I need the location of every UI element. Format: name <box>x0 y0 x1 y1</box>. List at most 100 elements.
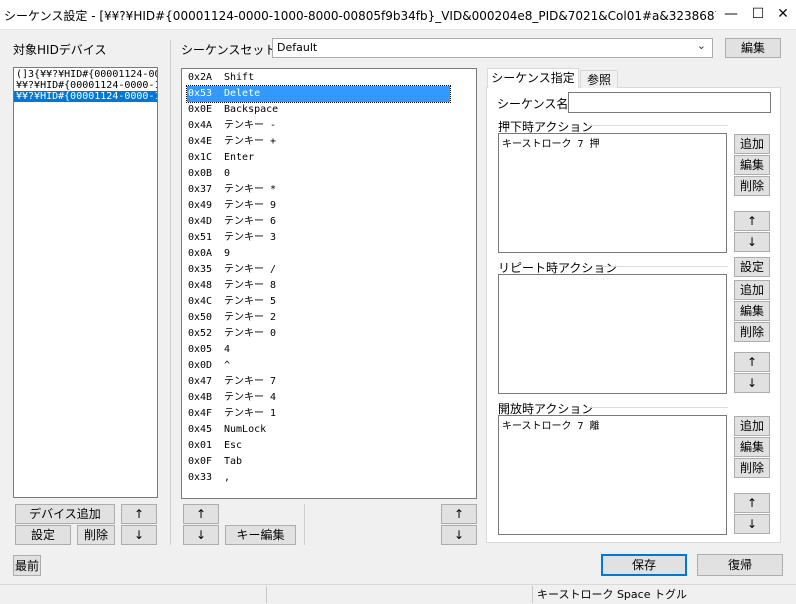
device-list-item[interactable]: (]3{¥¥?¥HID#{00001124-000 <box>14 69 157 80</box>
press-up-button[interactable]: ↑ <box>734 211 770 231</box>
add-device-button[interactable]: デバイス追加 <box>15 504 115 524</box>
key-list-item[interactable]: 0x4E テンキー + <box>182 134 476 150</box>
key-code: 0x0E <box>188 104 213 115</box>
press-add-button[interactable]: 追加 <box>734 134 770 154</box>
release-up-button[interactable]: ↑ <box>734 493 770 513</box>
key-list-item[interactable]: 0x53 Delete <box>186 85 451 103</box>
key-list-item[interactable]: 0x4C テンキー 5 <box>182 294 476 310</box>
device-list-item[interactable]: ¥¥?¥HID#{00001124-0000-1 <box>14 91 157 102</box>
release-edit-button[interactable]: 編集 <box>734 437 770 457</box>
hid-devices-label: 対象HIDデバイス <box>13 43 107 57</box>
key-list-item[interactable]: 0x0D ^ <box>182 358 476 374</box>
press-actions-list[interactable]: キーストローク 7 押 <box>498 133 727 253</box>
press-action-item[interactable]: キーストローク 7 押 <box>502 135 723 150</box>
key-edit-button[interactable]: キー編集 <box>225 525 296 545</box>
latest-button[interactable]: 最前 <box>13 555 41 576</box>
key-code: 0x4B <box>188 392 213 403</box>
key-list-item[interactable]: 0x0F Tab <box>182 454 476 470</box>
press-delete-button[interactable]: 削除 <box>734 176 770 196</box>
repeat-delete-button[interactable]: 削除 <box>734 322 770 342</box>
key-name: テンキー + <box>224 136 277 147</box>
repeat-edit-button[interactable]: 編集 <box>734 301 770 321</box>
minimize-icon[interactable]: — <box>718 0 744 30</box>
key-right-up-button[interactable]: ↑ <box>441 504 477 524</box>
key-up-button[interactable]: ↑ <box>183 504 219 524</box>
tab-reference[interactable]: 参照 <box>580 70 618 88</box>
key-name: 0 <box>224 168 231 179</box>
key-name: テンキー 9 <box>224 200 277 211</box>
key-name: テンキー 7 <box>224 376 277 387</box>
key-list-item[interactable]: 0x4F テンキー 1 <box>182 406 476 422</box>
device-delete-button[interactable]: 削除 <box>77 525 115 545</box>
device-down-button[interactable]: ↓ <box>121 525 157 545</box>
key-list-item[interactable]: 0x33, <box>182 470 476 486</box>
key-name: テンキー * <box>224 184 277 195</box>
key-list-item[interactable]: 0x0E Backspace <box>182 102 476 118</box>
key-code: 0x45 <box>188 424 213 435</box>
release-add-button[interactable]: 追加 <box>734 416 770 436</box>
restore-button[interactable]: 復帰 <box>697 554 783 576</box>
save-button[interactable]: 保存 <box>601 554 687 576</box>
key-list-item[interactable]: 0x01 Esc <box>182 438 476 454</box>
key-list-item[interactable]: 0x0B 0 <box>182 166 476 182</box>
key-code: 0x01 <box>188 440 213 451</box>
key-list-item[interactable]: 0x4D テンキー 6 <box>182 214 476 230</box>
repeat-down-button[interactable]: ↓ <box>734 373 770 393</box>
key-list-item[interactable]: 0x05 4 <box>182 342 476 358</box>
device-up-button[interactable]: ↑ <box>121 504 157 524</box>
press-down-button[interactable]: ↓ <box>734 232 770 252</box>
key-code: 0x4F <box>188 408 213 419</box>
key-code: 0x49 <box>188 200 213 211</box>
key-name: Shift <box>224 72 255 83</box>
key-right-down-button[interactable]: ↓ <box>441 525 477 545</box>
key-code: 0x0B <box>188 168 213 179</box>
status-pane-2 <box>266 586 532 603</box>
release-action-item[interactable]: キーストローク 7 離 <box>502 417 723 432</box>
key-list[interactable]: 0x2A Shift 0x53 Delete 0x0E Backspace 0x4A テンキー… <box>181 68 477 499</box>
key-code: 0x4D <box>188 216 213 227</box>
tab-sequence[interactable]: シーケンス指定 <box>487 68 579 88</box>
release-actions-list[interactable]: キーストローク 7 離 <box>498 415 727 535</box>
key-name: テンキー 0 <box>224 328 277 339</box>
repeat-settings-button[interactable]: 設定 <box>734 257 770 277</box>
key-name: , <box>224 472 231 483</box>
close-icon[interactable]: ✕ <box>770 0 796 30</box>
key-list-item[interactable]: 0x50 テンキー 2 <box>182 310 476 326</box>
press-edit-button[interactable]: 編集 <box>734 155 770 175</box>
key-list-item[interactable]: 0x49 テンキー 9 <box>182 198 476 214</box>
status-pane-3: キーストローク Space トグル <box>532 586 782 603</box>
repeat-actions-list[interactable] <box>498 274 727 394</box>
sequence-set-edit-button[interactable]: 編集 <box>725 38 781 58</box>
device-list-item[interactable]: ¥¥?¥HID#{00001124-0000-1 <box>14 80 157 91</box>
key-list-item[interactable]: 0x4A テンキー - <box>182 118 476 134</box>
key-list-item[interactable]: 0x4B テンキー 4 <box>182 390 476 406</box>
sequence-set-dropdown[interactable]: Default ⌄ <box>272 38 713 58</box>
key-list-item[interactable]: 0x47 テンキー 7 <box>182 374 476 390</box>
key-list-item[interactable]: 0x1C Enter <box>182 150 476 166</box>
repeat-up-button[interactable]: ↑ <box>734 352 770 372</box>
key-code: 0x52 <box>188 328 213 339</box>
device-settings-button[interactable]: 設定 <box>15 525 71 545</box>
key-list-item[interactable]: 0x2A Shift <box>182 70 476 86</box>
key-list-item[interactable]: 0x51 テンキー 3 <box>182 230 476 246</box>
release-delete-button[interactable]: 削除 <box>734 458 770 478</box>
maximize-icon[interactable]: ☐ <box>745 0 771 30</box>
device-list[interactable]: (]3{¥¥?¥HID#{00001124-000 ¥¥?¥HID#{000011… <box>13 67 158 498</box>
key-name: テンキー 4 <box>224 392 277 403</box>
key-down-button[interactable]: ↓ <box>183 525 219 545</box>
key-list-item[interactable]: 0x35 テンキー / <box>182 262 476 278</box>
key-list-item[interactable]: 0x0A 9 <box>182 246 476 262</box>
sequence-name-input[interactable] <box>568 92 771 113</box>
key-code: 0x0F <box>188 456 213 467</box>
key-list-item[interactable]: 0x45 NumLock <box>182 422 476 438</box>
key-list-item[interactable]: 0x37 テンキー * <box>182 182 476 198</box>
release-down-button[interactable]: ↓ <box>734 514 770 534</box>
key-name: テンキー 3 <box>224 232 277 243</box>
key-code: 0x47 <box>188 376 213 387</box>
key-name: テンキー / <box>224 264 277 275</box>
key-name: Delete <box>224 88 261 99</box>
repeat-add-button[interactable]: 追加 <box>734 280 770 300</box>
key-list-item[interactable]: 0x52 テンキー 0 <box>182 326 476 342</box>
key-list-item[interactable]: 0x48 テンキー 8 <box>182 278 476 294</box>
key-buttons-divider <box>304 504 305 545</box>
